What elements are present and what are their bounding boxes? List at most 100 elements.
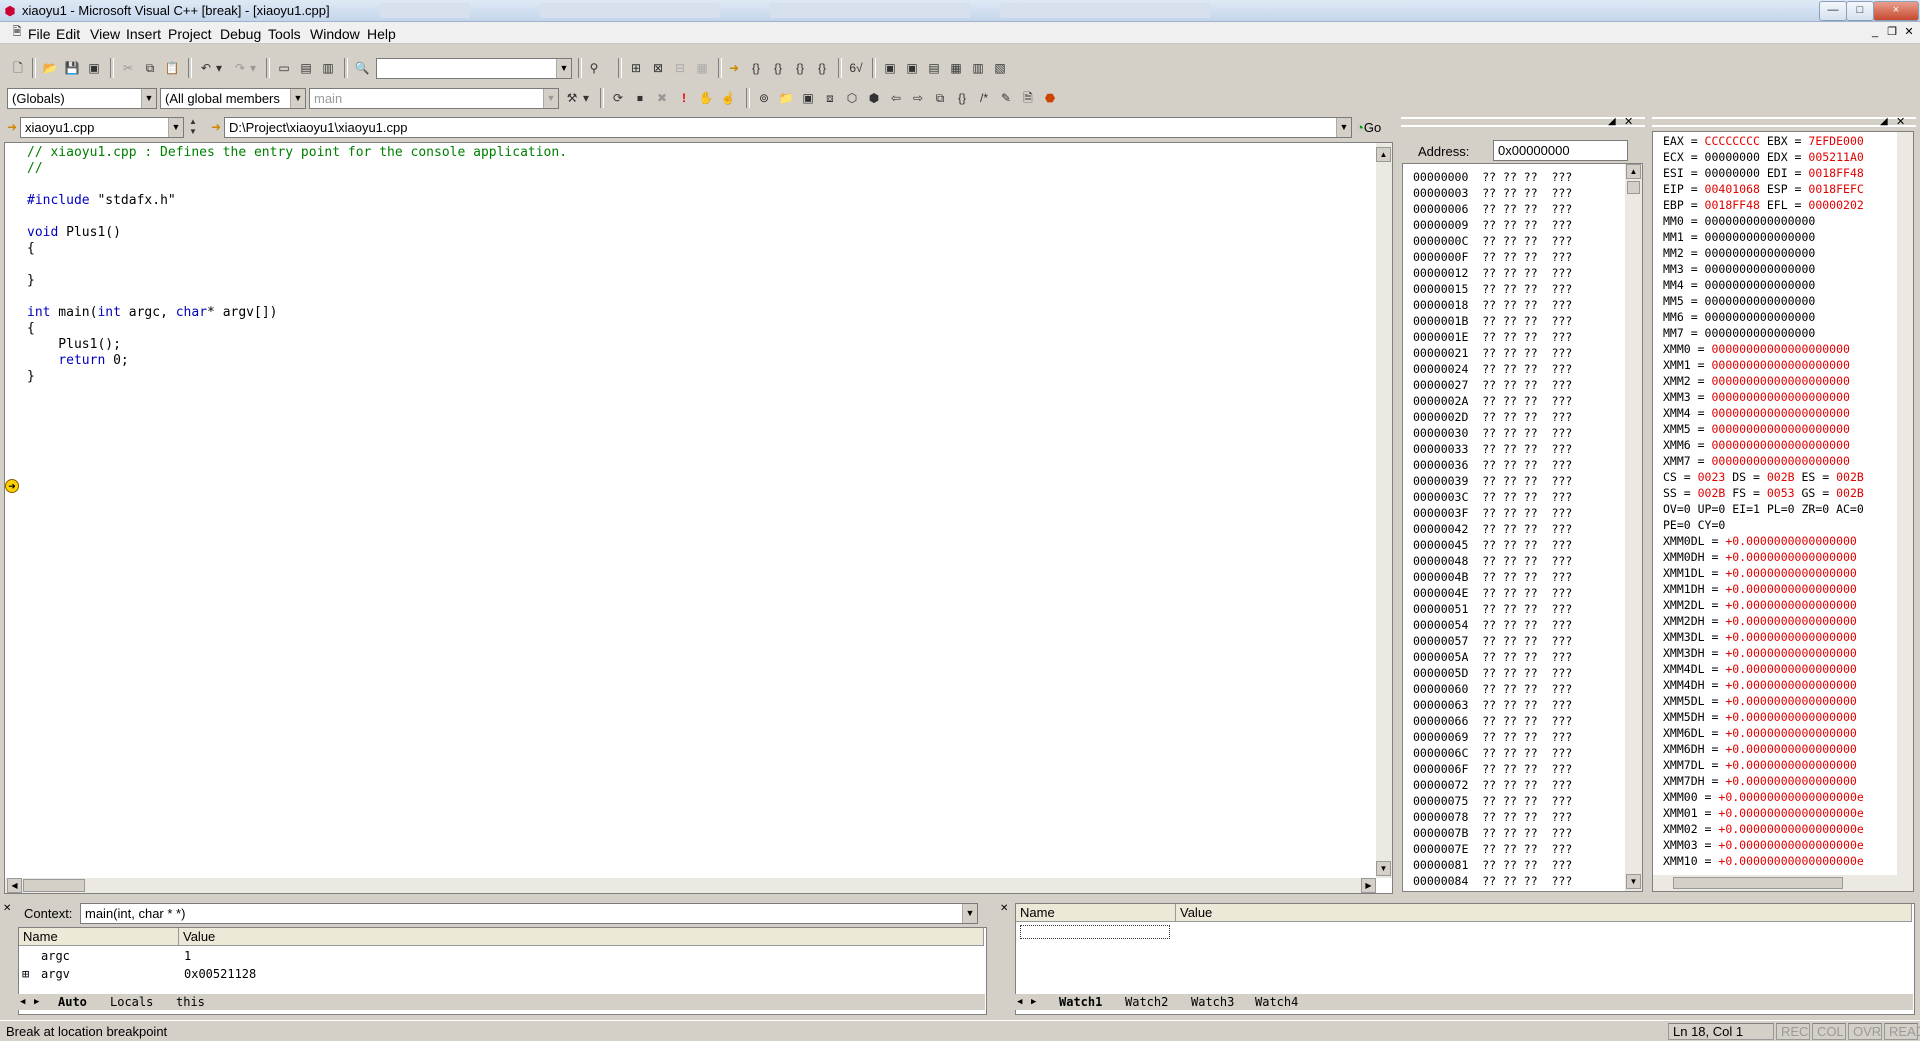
name-column-header[interactable]: Name (19, 928, 179, 946)
document-icon[interactable]: 🗎 (10, 25, 24, 39)
build-icon[interactable]: ⊠ (648, 58, 668, 78)
find-combo[interactable]: ▼ (376, 58, 572, 79)
close-icon[interactable]: ✕ (1896, 116, 1910, 128)
menu-file[interactable]: File (28, 26, 51, 42)
step-over-icon[interactable]: {} (768, 58, 788, 78)
back-arrow-icon[interactable]: ⇦ (886, 88, 906, 108)
watch-window-icon[interactable]: ▣ (880, 58, 900, 78)
paste-icon[interactable]: 📋 (162, 58, 182, 78)
tab-this[interactable]: this (176, 994, 205, 1010)
chevron-down-icon[interactable]: ▼ (543, 89, 558, 108)
variable-name[interactable]: argv (41, 965, 70, 983)
registers-vscroll[interactable] (1897, 132, 1913, 875)
find-in-files-icon[interactable]: 🔍 (352, 58, 372, 78)
memory-pane[interactable]: 00000000 ?? ?? ?? ??? 00000003 ?? ?? ?? ?… (1402, 163, 1643, 892)
chevron-down-icon[interactable]: ▼ (556, 59, 571, 78)
run-to-cursor-icon[interactable]: {} (812, 58, 832, 78)
registers-grip[interactable] (1652, 117, 1916, 127)
tools-icon[interactable]: ⬣ (1040, 88, 1060, 108)
memory-window-icon[interactable]: ▦ (946, 58, 966, 78)
debug-restart-icon[interactable]: ⟳ (608, 88, 628, 108)
chevron-down-icon[interactable]: ▼ (168, 118, 183, 137)
chevron-down-icon[interactable]: ▼ (141, 89, 156, 108)
variable-value[interactable]: 0x00521128 (184, 965, 256, 983)
menu-edit[interactable]: Edit (56, 26, 80, 42)
callstack-window-icon[interactable]: ▥ (968, 58, 988, 78)
context-combo[interactable]: main(int, char * *) ▼ (80, 903, 978, 924)
debug-stop-icon[interactable]: ⏹ (630, 88, 650, 108)
braces-icon[interactable]: {} (952, 88, 972, 108)
restore-icon[interactable]: ◢ (1608, 116, 1622, 128)
hscroll-thumb[interactable] (23, 879, 85, 892)
mdi-restore-icon[interactable]: ❐ (1885, 25, 1899, 39)
scroll-up-icon[interactable]: ▲ (1376, 147, 1391, 162)
maximize-button[interactable]: □ (1846, 1, 1874, 21)
tab-watch4[interactable]: Watch4 (1255, 994, 1298, 1010)
folder-icon[interactable]: 📁 (776, 88, 796, 108)
editor-vertical-scrollbar[interactable] (1376, 143, 1392, 878)
restore-icon[interactable]: ◢ (1880, 116, 1894, 128)
editor-horizontal-scrollbar[interactable] (5, 878, 1376, 893)
wizardbar-action-icon[interactable]: ⚒ (562, 88, 582, 108)
value-column-header[interactable]: Value (179, 928, 984, 946)
open-folder-icon[interactable]: 📂 (40, 58, 60, 78)
menu-insert[interactable]: Insert (126, 26, 161, 42)
comment-icon[interactable]: /* (974, 88, 994, 108)
mdi-close-icon[interactable]: ✕ (1902, 25, 1916, 39)
scroll-down-icon[interactable]: ▼ (1376, 861, 1391, 876)
scroll-up-icon[interactable]: ▲ (1626, 164, 1641, 179)
save-all-icon[interactable]: ▣ (84, 58, 104, 78)
workspace-icon[interactable]: ▭ (274, 58, 294, 78)
close-button[interactable]: × (1873, 1, 1919, 21)
redo-icon[interactable]: ↷ (230, 58, 250, 78)
insert-breakpoint-icon[interactable]: ✋ (696, 88, 716, 108)
value-column-header[interactable]: Value (1176, 904, 1912, 922)
browse-icon[interactable]: ⊚ (754, 88, 774, 108)
name-column-header[interactable]: Name (1016, 904, 1176, 922)
watch-new-entry[interactable] (1020, 925, 1170, 939)
file-combo[interactable]: xiaoyu1.cpp ▼ (20, 117, 184, 138)
wizardbar-dropdown-icon[interactable]: ▾ (580, 88, 592, 108)
minimize-button[interactable]: — (1819, 1, 1847, 21)
resource-icon[interactable]: ⧈ (820, 88, 840, 108)
step-into-icon[interactable]: {} (746, 58, 766, 78)
window-list-icon[interactable]: ▥ (318, 58, 338, 78)
function-combo[interactable]: main ▼ (309, 88, 559, 109)
scroll-left-icon[interactable]: ◀ (7, 878, 22, 893)
chevron-down-icon[interactable]: ▼ (290, 89, 305, 108)
tab-scroll-left-icon[interactable]: ◀ (1017, 994, 1022, 1010)
tab-watch2[interactable]: Watch2 (1125, 994, 1168, 1010)
memory-scroll-thumb[interactable] (1627, 181, 1640, 194)
call-graph-icon[interactable]: ⧉ (930, 88, 950, 108)
menu-debug[interactable]: Debug (220, 26, 261, 42)
output-icon[interactable]: ▤ (296, 58, 316, 78)
disassembly-window-icon[interactable]: ▧ (990, 58, 1010, 78)
menu-window[interactable]: Window (310, 26, 360, 42)
tab-scroll-right-icon[interactable]: ▶ (34, 994, 39, 1010)
debug-break-icon[interactable]: ✖ (652, 88, 672, 108)
menu-tools[interactable]: Tools (268, 26, 301, 42)
variables-window-icon[interactable]: ▣ (902, 58, 922, 78)
registers-hscroll-thumb[interactable] (1673, 877, 1843, 889)
registers-window-icon[interactable]: ▤ (924, 58, 944, 78)
memory-scrollbar[interactable] (1625, 164, 1642, 891)
spell-icon[interactable]: ✎ (996, 88, 1016, 108)
tab-watch1[interactable]: Watch1 (1059, 994, 1102, 1010)
tab-auto[interactable]: Auto (58, 994, 87, 1010)
scroll-right-icon[interactable]: ▶ (1361, 878, 1376, 893)
address-input[interactable]: 0x00000000 (1493, 140, 1628, 161)
scroll-down-icon[interactable]: ▼ (1626, 874, 1641, 889)
members-combo[interactable]: (All global members ▼ (160, 88, 306, 109)
close-icon[interactable]: ✕ (3, 903, 15, 915)
scope-combo[interactable]: (Globals) ▼ (7, 88, 157, 109)
quickwatch-icon[interactable]: 6√ (846, 58, 866, 78)
save-icon[interactable]: 💾 (62, 58, 82, 78)
chevron-down-icon[interactable]: ▼ (1336, 118, 1351, 137)
definition-icon[interactable]: ⬡ (842, 88, 862, 108)
apply-code-changes-icon[interactable]: ! (674, 88, 694, 108)
undo-dropdown-icon[interactable]: ▾ (214, 58, 224, 78)
menu-view[interactable]: View (90, 26, 120, 42)
forward-arrow-icon[interactable]: ⇨ (908, 88, 928, 108)
reference-icon[interactable]: ⬢ (864, 88, 884, 108)
redo-dropdown-icon[interactable]: ▾ (248, 58, 258, 78)
